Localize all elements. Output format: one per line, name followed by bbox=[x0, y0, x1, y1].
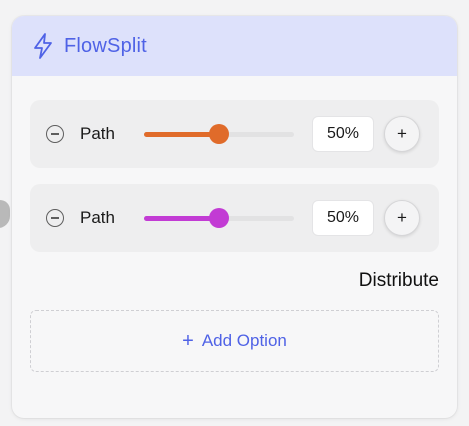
slider-thumb[interactable] bbox=[209, 124, 229, 144]
add-option-label: Add Option bbox=[201, 331, 287, 350]
path-row: Path 50% + bbox=[30, 184, 439, 252]
path-row: Path 50% + bbox=[30, 100, 439, 168]
path-slider[interactable] bbox=[144, 207, 294, 229]
path-label: Path bbox=[80, 208, 115, 227]
canvas: FlowSplit Path 50% + Path 50% + Distribu… bbox=[0, 0, 469, 426]
node-body: Path 50% + Path 50% + Distribute + Add O… bbox=[12, 76, 457, 372]
path-slider[interactable] bbox=[144, 123, 294, 145]
node-title: FlowSplit bbox=[64, 34, 147, 57]
percentage-input[interactable]: 50% bbox=[312, 116, 374, 152]
slider-fill bbox=[144, 132, 219, 137]
plus-icon: + bbox=[182, 330, 194, 352]
increment-button[interactable]: + bbox=[384, 116, 420, 152]
flowsplit-node[interactable]: FlowSplit Path 50% + Path 50% + Distribu… bbox=[12, 16, 457, 418]
incoming-connector-handle[interactable] bbox=[0, 200, 10, 228]
percentage-input[interactable]: 50% bbox=[312, 200, 374, 236]
slider-fill bbox=[144, 216, 219, 221]
remove-path-button[interactable] bbox=[46, 209, 64, 227]
add-option-button[interactable]: + Add Option bbox=[30, 310, 439, 372]
lightning-bolt-icon bbox=[32, 33, 54, 59]
distribute-button[interactable]: Distribute bbox=[359, 270, 439, 292]
increment-button[interactable]: + bbox=[384, 200, 420, 236]
distribute-row: Distribute bbox=[30, 268, 439, 294]
remove-path-button[interactable] bbox=[46, 125, 64, 143]
slider-thumb[interactable] bbox=[209, 208, 229, 228]
node-header: FlowSplit bbox=[12, 16, 457, 76]
minus-icon bbox=[51, 217, 59, 219]
minus-icon bbox=[51, 133, 59, 135]
path-label: Path bbox=[80, 124, 115, 143]
